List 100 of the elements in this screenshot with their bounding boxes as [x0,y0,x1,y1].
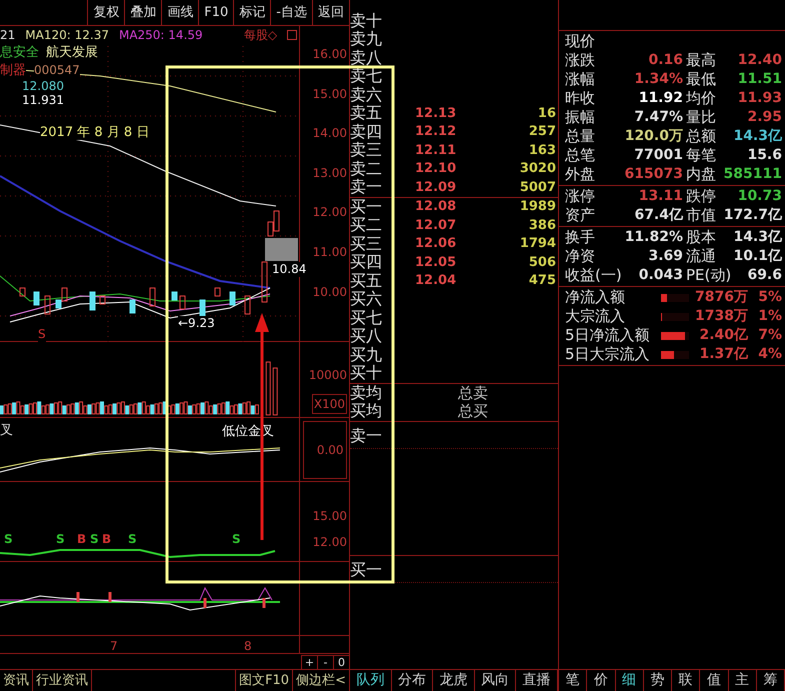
chart-label: 000547 [34,63,80,78]
quote-label: 每笔 [686,146,716,165]
unit-label: X100 [312,394,347,414]
axis-label: 16.00 [312,46,348,63]
quote-label: 涨跌 [565,51,595,70]
legend-text: MA120: 12.37 [25,27,109,44]
quote-value: 11.82% [624,228,683,247]
toolbar-button[interactable]: -自选 [270,0,312,25]
quote-label: 换手 [565,228,595,247]
quote-label: 外盘 [565,165,595,184]
chart-label: 制器 [0,63,26,78]
signal-label: S [38,327,46,342]
quote-value: 2.95 [747,108,782,127]
book-tab[interactable]: 龙虎 [433,670,475,691]
toolbar-button[interactable]: 叠加 [124,0,162,25]
detail-tab[interactable]: 筹 [756,670,785,691]
quote-label: 涨幅 [565,70,595,89]
book-tab[interactable]: 队列 [350,670,392,691]
volume-bar [272,368,278,416]
order-level-label: 买五 [350,272,383,290]
signal-label: S [4,532,13,546]
quote-value: 10.1亿 [733,247,782,266]
order-level-label: 卖五 [350,104,383,122]
detail-tab[interactable]: 主 [728,670,757,691]
quote-label: 最低 [686,70,716,89]
panel-tab[interactable]: 图文F10 [235,670,292,691]
book-tab[interactable]: 风向 [474,670,516,691]
signal-label: B [102,532,112,546]
zoom-button[interactable]: + [301,655,317,669]
quote-label: 总额 [686,127,716,146]
detail-tab[interactable]: 细 [616,670,644,691]
flow-amount: 7876万 [695,288,748,307]
order-level-label: 买三 [350,234,383,253]
quote-value: 11.93 [738,89,782,108]
flow-label: 大宗流入 [565,307,626,326]
price-marker-block [265,238,298,261]
quote-value: 13.11 [638,187,683,206]
order-level-label: 卖十 [350,12,383,30]
order-level-label: 买四 [350,253,383,272]
toolbar-button[interactable]: 标记 [233,0,270,25]
chart-label: 10.84 [272,262,306,277]
square-icon [287,30,298,40]
axis-label: 15.00 [312,508,348,525]
quote-label: PE(动) [686,266,732,285]
toolbar-button[interactable]: 返回 [312,0,349,25]
quote-label: 总量 [565,127,595,146]
queue-label: 买一 [350,558,558,582]
flow-amount: 2.40亿 [699,326,748,345]
order-price: 12.13 [415,104,456,122]
flow-percent: 7% [757,326,782,345]
average-label: 买均 [350,400,383,422]
news-tab[interactable]: 行业资讯 [33,670,92,691]
flow-label: 5日净流入额 [565,326,651,345]
order-price: 12.08 [415,198,456,216]
legend-text: 21 [0,27,16,44]
axis-label: 12.00 [312,204,348,222]
axis-label: 0.00 [302,420,347,478]
flow-percent: 5% [757,288,782,307]
quote-value: 67.4亿 [634,206,683,225]
order-volume: 16 [538,104,556,122]
signal-label: S [90,532,99,546]
quote-value: 10.73 [738,187,782,206]
detail-tab[interactable]: 势 [644,670,672,691]
quote-value: 172.7亿 [724,206,782,225]
quote-value: 14.3亿 [733,228,782,247]
axis-label: 10.00 [312,284,348,301]
corner-label: 每股◇ [244,27,278,44]
axis-label: 12.00 [312,534,348,551]
quote-label: 收益(一) [565,266,622,285]
detail-tab[interactable]: 价 [587,670,616,691]
order-volume: 5007 [520,178,556,196]
indicator-label: 叉 [0,422,13,440]
quote-label: 振幅 [565,108,595,127]
signal-label: S [128,532,137,546]
order-price: 12.04 [415,272,456,290]
order-level-label: 卖九 [350,30,383,48]
toolbar-button[interactable]: 复权 [87,0,124,25]
zoom-button[interactable]: - [317,655,333,669]
quote-value: 11.51 [738,70,782,89]
flow-label: 5日大宗流入 [565,345,651,364]
order-volume: 1794 [520,235,556,253]
volume-bar [266,362,271,416]
toolbar-button[interactable]: 画线 [161,0,198,25]
quote-label: 市值 [686,206,716,225]
detail-tab[interactable]: 值 [700,670,728,691]
quote-value: 7.47% [634,108,683,127]
toolbar-button[interactable]: F10 [198,0,234,25]
signal-label: S [232,532,241,546]
zoom-button[interactable]: 0 [333,655,349,669]
signal-label: B [77,532,86,546]
quote-label: 均价 [686,89,716,108]
axis-label: 13.00 [312,164,348,182]
detail-tab[interactable]: 笔 [559,670,588,691]
detail-tab[interactable]: 联 [672,670,700,691]
book-tab[interactable]: 分布 [392,670,434,691]
book-tab[interactable]: 直播 [516,670,558,691]
panel-tab[interactable]: 侧边栏< [292,670,349,691]
news-tab[interactable]: 资讯 [0,670,33,691]
total-label: 总卖 [458,382,488,404]
quote-label: 流通 [686,247,716,266]
